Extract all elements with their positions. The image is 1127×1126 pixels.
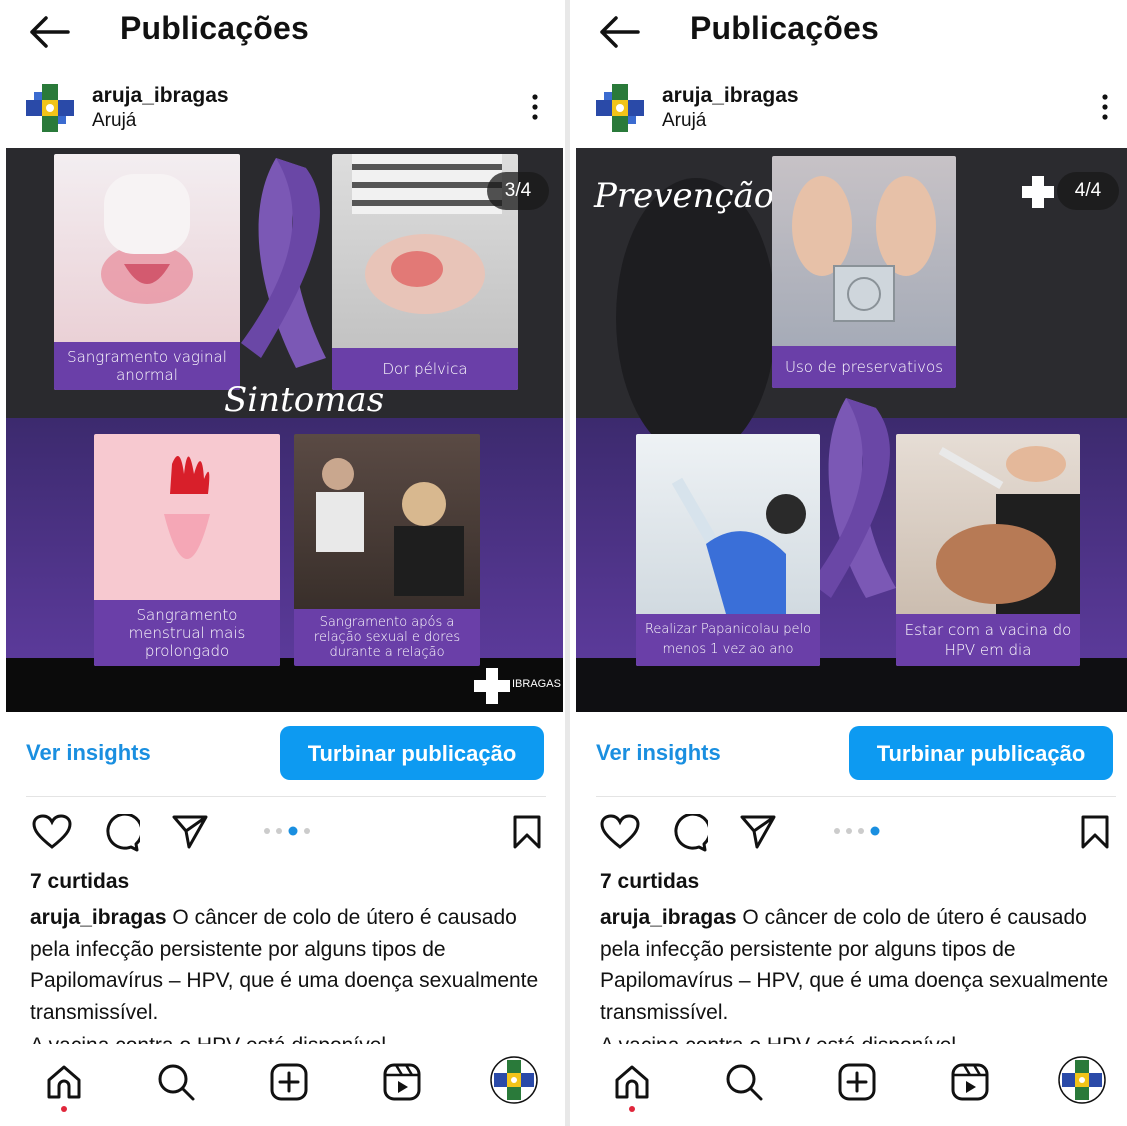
post-location[interactable]: Arujá: [662, 110, 706, 132]
post-caption: aruja_ibragas O câncer de colo de útero …: [600, 902, 1125, 1028]
caption-username[interactable]: aruja_ibragas: [600, 906, 737, 929]
boost-post-button[interactable]: Turbinar publicação: [849, 726, 1113, 780]
tile-caption: Sangramento vaginal anormal: [54, 342, 240, 390]
profile-avatar[interactable]: [1058, 1056, 1106, 1104]
separator: [26, 796, 546, 797]
condom-illustration: [792, 176, 936, 322]
carousel-dots: [264, 826, 310, 836]
home-notification-dot: [61, 1106, 67, 1112]
share-icon[interactable]: [740, 814, 776, 850]
top-bar: Publicações: [0, 0, 563, 62]
tile-caption: Sangramento após a relação sexual e dore…: [294, 609, 480, 666]
tile-condom-use: Uso de preservativos: [772, 156, 956, 388]
tile-vaginal-bleeding: Sangramento vaginal anormal: [54, 154, 240, 390]
profile-avatar[interactable]: [594, 82, 646, 134]
page-title: Publicações: [690, 10, 879, 46]
post-image[interactable]: Prevenção Uso de preservativos Realizar …: [576, 148, 1127, 712]
bookmark-icon[interactable]: [512, 814, 542, 850]
profile-avatar[interactable]: [24, 82, 76, 134]
view-insights-link[interactable]: Ver insights: [596, 740, 721, 766]
menstrual-cup-illustration: [164, 456, 210, 559]
share-icon[interactable]: [172, 814, 208, 850]
new-post-icon[interactable]: [269, 1062, 309, 1102]
vaccine-illustration: [936, 446, 1080, 614]
tile-hpv-vaccine: Estar com a vacina do HPV em dia: [896, 434, 1080, 666]
carousel-dots: [834, 826, 880, 836]
script-title: Prevenção: [594, 176, 775, 216]
likes-count[interactable]: 7 curtidas: [600, 870, 699, 894]
search-icon[interactable]: [724, 1062, 764, 1102]
likes-count[interactable]: 7 curtidas: [30, 870, 129, 894]
new-post-icon[interactable]: [837, 1062, 877, 1102]
bookmark-icon[interactable]: [1080, 814, 1110, 850]
tile-caption: Realizar Papanicolau pelo menos 1 vez ao…: [636, 614, 820, 666]
bottom-navigation: [570, 1044, 1127, 1126]
post-header: aruja_ibragas Arujá: [0, 78, 563, 140]
tile-menstrual-bleeding: Sangramento menstrual mais prolongado: [94, 434, 280, 666]
tile-pap-smear: Realizar Papanicolau pelo menos 1 vez ao…: [636, 434, 820, 666]
profile-avatar[interactable]: [490, 1056, 538, 1104]
search-icon[interactable]: [156, 1062, 196, 1102]
tile-caption: Sangramento menstrual mais prolongado: [94, 600, 280, 666]
caption-username[interactable]: aruja_ibragas: [30, 906, 167, 929]
tile-post-intercourse: Sangramento após a relação sexual e dore…: [294, 434, 480, 666]
uterus-illustration: [101, 174, 193, 304]
post-location[interactable]: Arujá: [92, 110, 136, 132]
post-caption: aruja_ibragas O câncer de colo de útero …: [30, 902, 555, 1028]
brand-name: IBRAGAS: [512, 678, 561, 690]
post-header: aruja_ibragas Arujá: [570, 78, 1127, 140]
view-insights-link[interactable]: Ver insights: [26, 740, 151, 766]
right-screen: Publicações aruja_ibragas Arujá Prevençã…: [570, 0, 1127, 1126]
separator: [596, 796, 1116, 797]
couple-illustration: [316, 458, 464, 596]
home-icon[interactable]: [44, 1062, 84, 1102]
post-image[interactable]: Sangramento vaginal anormal Dor pélvica …: [6, 148, 563, 712]
script-title: Sintomas: [224, 380, 385, 420]
ibragas-logo-icon: [474, 668, 510, 704]
reels-icon[interactable]: [382, 1062, 422, 1102]
post-username[interactable]: aruja_ibragas: [662, 84, 799, 108]
engagement-icons: [570, 808, 1127, 858]
ibragas-logo-icon: [1022, 176, 1054, 208]
page-title: Publicações: [120, 10, 309, 46]
heart-icon[interactable]: [32, 814, 72, 850]
comment-icon[interactable]: [670, 814, 708, 852]
home-icon[interactable]: [612, 1062, 652, 1102]
more-options-icon[interactable]: [529, 92, 541, 122]
post-username[interactable]: aruja_ibragas: [92, 84, 229, 108]
post-actions-bar: Ver insights Turbinar publicação: [570, 726, 1127, 782]
pap-smear-illustration: [671, 477, 806, 614]
carousel-counter: 4/4: [1057, 172, 1119, 210]
home-notification-dot: [629, 1106, 635, 1112]
top-bar: Publicações: [570, 0, 1127, 62]
tile-caption: Uso de preservativos: [772, 346, 956, 388]
bottom-navigation: [0, 1044, 563, 1126]
left-screen: Publicações aruja_ibragas Arujá Sangrame…: [0, 0, 563, 1126]
more-options-icon[interactable]: [1099, 92, 1111, 122]
back-arrow-icon[interactable]: [598, 14, 642, 50]
heart-icon[interactable]: [600, 814, 640, 850]
boost-post-button[interactable]: Turbinar publicação: [280, 726, 544, 780]
post-actions-bar: Ver insights Turbinar publicação: [0, 726, 563, 782]
back-arrow-icon[interactable]: [28, 14, 72, 50]
comment-icon[interactable]: [102, 814, 140, 852]
tile-caption: Estar com a vacina do HPV em dia: [896, 614, 1080, 666]
engagement-icons: [0, 808, 563, 858]
carousel-counter: 3/4: [487, 172, 549, 210]
reels-icon[interactable]: [950, 1062, 990, 1102]
